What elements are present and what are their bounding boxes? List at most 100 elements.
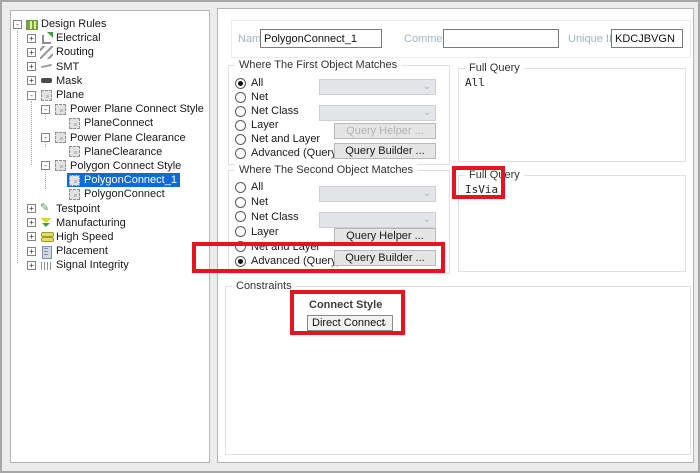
- first-query-builder-button[interactable]: Query Builder ...: [334, 143, 436, 159]
- first-object-match-group: Where The First Object Matches All Net: [228, 65, 450, 165]
- tree-item[interactable]: + Electrical: [11, 31, 209, 45]
- tree-item[interactable]: - Design Rules: [11, 17, 209, 31]
- tree-item-label: Design Rules: [38, 18, 106, 30]
- tree-item[interactable]: + Routing: [11, 45, 209, 59]
- unique-id-input[interactable]: [611, 29, 683, 48]
- expand-toggle-icon[interactable]: +: [27, 34, 36, 43]
- tree-item-label: Mask: [53, 75, 82, 87]
- tree-item-label: Manufacturing: [53, 217, 126, 229]
- radio-option-label: Net and Layer: [251, 133, 320, 145]
- tree-item[interactable]: + Manufacturing: [11, 216, 209, 230]
- second-match-class-dropdown[interactable]: ⌄: [319, 212, 436, 228]
- expand-toggle-icon[interactable]: +: [27, 232, 36, 241]
- radio-button-icon[interactable]: [235, 197, 246, 208]
- plane-icon: [69, 118, 80, 129]
- expand-toggle-icon[interactable]: +: [27, 204, 36, 213]
- chevron-down-icon: ⌄: [423, 214, 431, 225]
- expand-toggle-icon[interactable]: -: [27, 91, 36, 100]
- expand-toggle-icon[interactable]: +: [27, 62, 36, 71]
- annotation-box-connect-style: [290, 290, 405, 335]
- routing-icon: [40, 46, 53, 59]
- expand-toggle-icon[interactable]: -: [41, 133, 50, 142]
- radio-option-label: Advanced (Query): [251, 147, 340, 159]
- tree-item[interactable]: - Polygon Connect Style: [11, 159, 209, 173]
- comment-input[interactable]: [443, 29, 559, 48]
- rules-icon: [26, 20, 38, 30]
- radio-button-icon[interactable]: [235, 106, 246, 117]
- expand-toggle-icon[interactable]: -: [13, 20, 22, 29]
- radio-button-icon[interactable]: [235, 226, 246, 237]
- constraints-title: Constraints: [232, 280, 296, 292]
- radio-button-icon[interactable]: [235, 211, 246, 222]
- radio-button-icon[interactable]: [235, 134, 246, 145]
- placement-icon: [40, 245, 53, 258]
- first-match-class-dropdown[interactable]: ⌄: [319, 105, 436, 121]
- tree-item[interactable]: PolygonConnect: [11, 187, 209, 201]
- radio-button-icon[interactable]: [235, 92, 246, 103]
- tree-item[interactable]: + Testpoint: [11, 201, 209, 215]
- tree-item[interactable]: + Signal Integrity: [11, 258, 209, 272]
- name-input[interactable]: [260, 29, 382, 48]
- tree-item[interactable]: + SMT: [11, 60, 209, 74]
- rules-tree-panel: - Design Rules + Electrical: [10, 10, 210, 463]
- first-object-match-title: Where The First Object Matches: [235, 59, 401, 71]
- expand-toggle-icon[interactable]: +: [27, 247, 36, 256]
- radio-button-icon[interactable]: [235, 148, 246, 159]
- annotation-box-full-query: [452, 166, 505, 199]
- plane-icon: [41, 90, 52, 101]
- tree-item[interactable]: + Placement: [11, 244, 209, 258]
- radio-option-label: Layer: [251, 119, 279, 131]
- plane-icon: [69, 146, 80, 157]
- expand-toggle-icon[interactable]: +: [27, 261, 36, 270]
- radio-button-icon[interactable]: [235, 120, 246, 131]
- radio-option-label: Net: [251, 196, 268, 208]
- radio-option[interactable]: Net and Layer: [235, 132, 340, 146]
- radio-button-icon[interactable]: [235, 78, 246, 89]
- tree-item-label: Routing: [53, 46, 94, 58]
- tree-item[interactable]: + High Speed: [11, 230, 209, 244]
- rule-editor-panel: Name Comment Unique ID Where The First O…: [217, 8, 694, 463]
- smt-icon: [40, 60, 53, 73]
- first-query-helper-button: Query Helper ...: [334, 123, 436, 139]
- expand-toggle-icon[interactable]: +: [27, 218, 36, 227]
- tree-item[interactable]: - Power Plane Connect Style: [11, 102, 209, 116]
- tree-item[interactable]: - Power Plane Clearance: [11, 131, 209, 145]
- tree-item-label: PlaneClearance: [81, 146, 162, 158]
- tree-item[interactable]: PolygonConnect_1: [11, 173, 209, 187]
- tree-item-label: PlaneConnect: [81, 117, 153, 129]
- tree-item-label: Polygon Connect Style: [67, 160, 181, 172]
- radio-button-icon[interactable]: [235, 182, 246, 193]
- radio-option-label: All: [251, 77, 263, 89]
- second-match-scope-dropdown[interactable]: ⌄: [319, 186, 436, 202]
- plane-icon: [55, 132, 66, 143]
- radio-option-label: Net Class: [251, 105, 299, 117]
- tree-item[interactable]: + Mask: [11, 74, 209, 88]
- expand-toggle-icon[interactable]: +: [27, 48, 36, 57]
- tree-item-label: High Speed: [53, 231, 114, 243]
- plane-icon: [69, 189, 80, 200]
- radio-option[interactable]: Advanced (Query): [235, 146, 340, 160]
- first-match-scope-dropdown[interactable]: ⌄: [319, 79, 436, 95]
- expand-toggle-icon[interactable]: -: [41, 161, 50, 170]
- tree-item-label: Electrical: [53, 32, 101, 44]
- expand-toggle-icon[interactable]: -: [41, 105, 50, 114]
- plane-icon: [55, 104, 66, 115]
- radio-option-label: Net: [251, 91, 268, 103]
- expand-toggle-icon[interactable]: +: [27, 76, 36, 85]
- tree-item[interactable]: PlaneConnect: [11, 116, 209, 130]
- tree-item-label: Plane: [53, 89, 84, 101]
- annotation-box-advanced-query: [192, 242, 445, 273]
- first-full-query-title: Full Query: [465, 62, 524, 74]
- rule-identity-box: Name Comment Unique ID: [231, 20, 691, 58]
- pcb-rules-editor-window: - Design Rules + Electrical: [0, 0, 700, 473]
- tree-item[interactable]: PlaneClearance: [11, 145, 209, 159]
- signalintegrity-icon: [40, 259, 53, 272]
- tree-item[interactable]: - Plane: [11, 88, 209, 102]
- electrical-icon: [40, 32, 53, 45]
- tree-item-label: Testpoint: [53, 203, 100, 215]
- chevron-down-icon: ⌄: [423, 188, 431, 199]
- highspeed-icon: [40, 230, 53, 243]
- tree-item-label: Signal Integrity: [53, 259, 129, 271]
- plane-icon: [55, 160, 66, 171]
- tree-item-label: Placement: [53, 245, 108, 257]
